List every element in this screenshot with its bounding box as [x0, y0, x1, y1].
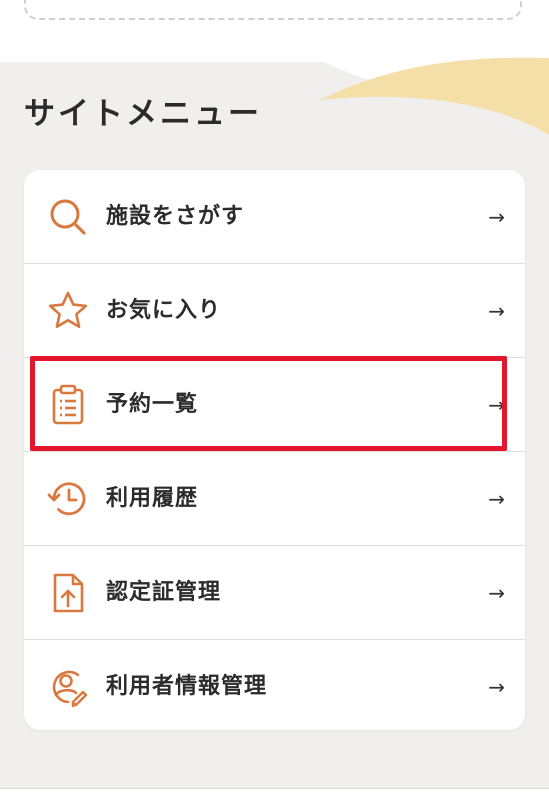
arrow-right-icon: → — [488, 205, 505, 229]
arrow-right-icon: → — [488, 487, 505, 511]
menu-item-label: 利用履歴 — [106, 486, 199, 511]
menu-item-usage-history[interactable]: 利用履歴 → — [24, 452, 525, 546]
menu-item-label: 予約一覧 — [106, 392, 199, 417]
menu-item-facility-search[interactable]: 施設をさがす → — [24, 170, 525, 264]
bottom-strip — [0, 789, 549, 801]
menu-item-label: 利用者情報管理 — [106, 674, 268, 699]
site-menu-card: 施設をさがす → お気に入り → 予約一覧 → 利用履歴 → 認定証管理 → 利 — [24, 170, 525, 730]
menu-item-label: 認定証管理 — [106, 580, 222, 605]
menu-item-favorites[interactable]: お気に入り → — [24, 264, 525, 358]
star-icon — [46, 289, 90, 333]
menu-item-label: 施設をさがす — [106, 204, 245, 229]
menu-item-label: お気に入り — [106, 298, 222, 323]
document-upload-icon — [46, 571, 90, 615]
arrow-right-icon: → — [488, 581, 505, 605]
arrow-right-icon: → — [488, 299, 505, 323]
arrow-right-icon: → — [488, 675, 505, 699]
site-menu-title: サイトメニュー — [24, 96, 262, 132]
menu-item-certificate-management[interactable]: 認定証管理 → — [24, 546, 525, 640]
menu-item-user-info-management[interactable]: 利用者情報管理 → — [24, 640, 525, 730]
user-edit-icon — [46, 665, 90, 709]
menu-item-reservation-list[interactable]: 予約一覧 → — [24, 358, 525, 452]
dashed-placeholder-box — [24, 0, 522, 20]
history-clock-icon — [46, 477, 90, 521]
clipboard-list-icon — [46, 383, 90, 427]
arrow-right-icon: → — [488, 393, 505, 417]
search-icon — [46, 195, 90, 239]
